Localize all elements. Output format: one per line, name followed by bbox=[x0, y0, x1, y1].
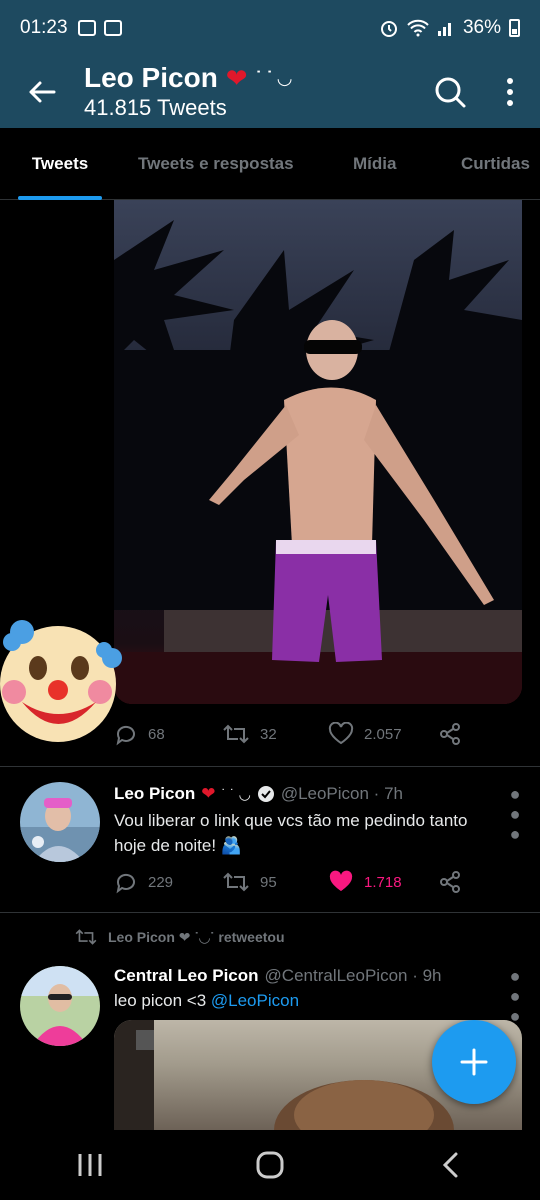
wifi-icon bbox=[407, 19, 429, 37]
gallery-icon bbox=[77, 20, 96, 36]
status-bar: 01:23 36% bbox=[0, 0, 540, 56]
active-tab-indicator bbox=[18, 196, 102, 200]
home-button[interactable] bbox=[230, 1135, 310, 1195]
photo-scene bbox=[114, 220, 522, 704]
heart-outline-icon bbox=[328, 722, 354, 745]
avatar[interactable] bbox=[20, 782, 100, 862]
author-handle: @LeoPicon · 7h bbox=[280, 784, 403, 803]
tweet-text-body: leo picon <3 bbox=[114, 991, 211, 1010]
home-icon bbox=[256, 1151, 284, 1179]
face-decoration: ˙ ˙ ◡ bbox=[255, 68, 292, 88]
retweet-icon bbox=[223, 724, 249, 744]
tweet3-more-icon[interactable]: ●●● bbox=[505, 966, 525, 1026]
recent-apps-button[interactable] bbox=[50, 1135, 130, 1195]
reply-icon bbox=[116, 725, 135, 746]
like-count: 2.057 bbox=[364, 725, 402, 743]
tweet-text: leo picon <3 @LeoPicon bbox=[114, 988, 504, 1013]
tab-likes[interactable]: Curtidas bbox=[461, 128, 530, 200]
author-name[interactable]: Leo Picon bbox=[114, 784, 195, 804]
notification-icon bbox=[103, 20, 122, 36]
share-button[interactable] bbox=[438, 870, 462, 894]
clown-sticker bbox=[0, 616, 128, 744]
system-navigation-bar bbox=[0, 1130, 540, 1200]
divider bbox=[0, 766, 540, 767]
reply-count: 229 bbox=[148, 873, 174, 891]
retweet-button[interactable]: 32 bbox=[222, 723, 328, 745]
tab-tweets-and-replies[interactable]: Tweets e respostas bbox=[138, 128, 294, 200]
retweet-banner: Leo Picon ❤ ˙◡˙ retweetou bbox=[74, 928, 285, 946]
system-back-button[interactable] bbox=[410, 1135, 490, 1195]
compose-tweet-button[interactable] bbox=[432, 1020, 516, 1104]
tweet2-actions: 229 95 1.718 bbox=[114, 866, 514, 898]
tab-replies-label: Tweets e respostas bbox=[138, 154, 294, 173]
recent-apps-icon bbox=[78, 1154, 102, 1176]
arrow-left-icon bbox=[29, 81, 56, 103]
tab-media[interactable]: Mídia bbox=[353, 128, 396, 200]
author-name[interactable]: Central Leo Picon bbox=[114, 966, 259, 986]
tab-tweets-label: Tweets bbox=[31, 154, 89, 173]
retweet-banner-label[interactable]: Leo Picon ❤ ˙◡˙ retweetou bbox=[108, 929, 285, 946]
author-handle: @CentralLeoPicon · 9h bbox=[264, 966, 442, 985]
more-vertical-icon bbox=[507, 78, 513, 106]
tweet2-header: Leo Picon ❤ ˙ ˙ ◡ @LeoPicon · 7h bbox=[114, 782, 403, 806]
reply-button[interactable]: 68 bbox=[114, 722, 222, 746]
battery-icon bbox=[509, 19, 520, 37]
tab-tweets[interactable]: Tweets bbox=[18, 128, 102, 200]
retweet-icon bbox=[223, 872, 249, 892]
avatar[interactable] bbox=[20, 966, 100, 1046]
page-title: Leo Picon ❤ ˙ ˙ ◡ bbox=[84, 62, 420, 94]
reply-count: 68 bbox=[148, 725, 165, 743]
divider bbox=[0, 912, 540, 913]
profile-name: Leo Picon bbox=[84, 62, 218, 93]
tweet3-header: Central Leo Picon @CentralLeoPicon · 9h bbox=[114, 964, 442, 988]
retweet-button[interactable]: 95 bbox=[222, 871, 328, 893]
search-button[interactable] bbox=[420, 56, 480, 128]
reply-icon bbox=[116, 873, 135, 894]
tweet1-actions: 68 32 2.057 bbox=[114, 718, 514, 750]
heart-filled-icon bbox=[329, 870, 353, 891]
heart-emoji: ❤ bbox=[201, 784, 216, 803]
tab-likes-label: Curtidas bbox=[461, 154, 530, 173]
share-icon bbox=[440, 723, 460, 745]
like-button[interactable]: 1.718 bbox=[328, 870, 438, 894]
heart-emoji: ❤ bbox=[225, 63, 248, 93]
mention-link[interactable]: @LeoPicon bbox=[211, 991, 299, 1010]
chevron-left-icon bbox=[442, 1152, 458, 1178]
share-button[interactable] bbox=[438, 722, 462, 746]
tweet-count: 41.815 Tweets bbox=[84, 95, 227, 120]
reply-button[interactable]: 229 bbox=[114, 870, 222, 894]
tweet-text: Vou liberar o link que vcs tão me pedind… bbox=[114, 811, 468, 855]
more-options-button[interactable] bbox=[480, 56, 540, 128]
retweet-icon bbox=[75, 929, 97, 945]
share-icon bbox=[440, 871, 460, 893]
back-button[interactable] bbox=[0, 56, 84, 128]
header-titles: Leo Picon ❤ ˙ ˙ ◡ 41.815 Tweets bbox=[84, 62, 420, 122]
like-count: 1.718 bbox=[364, 873, 402, 891]
alarm-icon bbox=[380, 21, 397, 37]
signal-icon bbox=[437, 23, 451, 36]
profile-header: Leo Picon ❤ ˙ ˙ ◡ 41.815 Tweets bbox=[0, 56, 540, 128]
retweet-count: 32 bbox=[260, 725, 277, 743]
profile-tabs: Tweets Tweets e respostas Mídia Curtidas bbox=[0, 128, 540, 200]
tab-media-label: Mídia bbox=[353, 154, 397, 173]
face-decoration: ˙ ˙ ◡ bbox=[221, 785, 251, 802]
tweet-photo[interactable] bbox=[114, 200, 522, 704]
retweet-count: 95 bbox=[260, 873, 277, 891]
tweet2-more-icon[interactable]: ●●● bbox=[505, 784, 525, 844]
like-button[interactable]: 2.057 bbox=[328, 722, 438, 746]
battery-level: 36% bbox=[462, 17, 501, 38]
verified-badge-icon bbox=[257, 786, 274, 802]
search-icon bbox=[435, 77, 466, 108]
plus-icon bbox=[460, 1048, 488, 1076]
status-time: 01:23 bbox=[20, 17, 68, 38]
